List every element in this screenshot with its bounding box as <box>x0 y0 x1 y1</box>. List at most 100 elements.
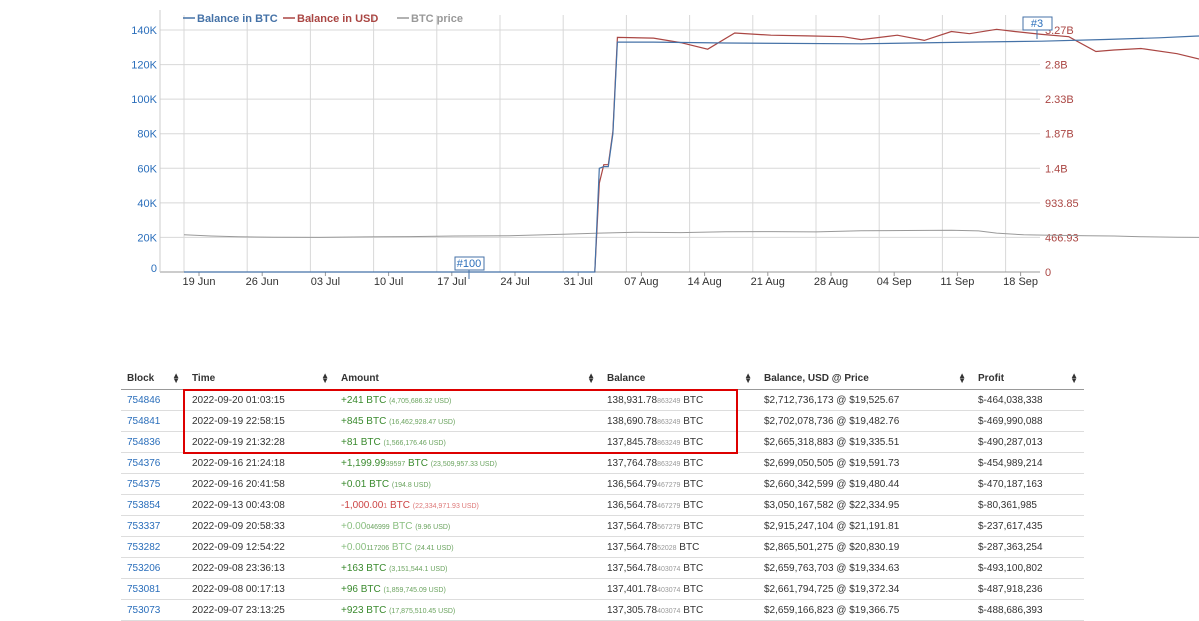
block-link[interactable]: 753854 <box>127 500 160 511</box>
sort-icon[interactable]: ▲ ▼ <box>744 372 752 385</box>
balance-cell: 137,764.78863249 BTC <box>601 452 758 474</box>
y-left-tick-label: 100K <box>131 94 157 106</box>
sort-icon[interactable]: ▲ ▼ <box>587 372 595 385</box>
profit-cell: $-237,617,435 <box>972 515 1084 537</box>
time-cell: 2022-09-16 20:41:58 <box>186 473 335 495</box>
table-row: 753337 2022-09-09 20:58:33 +0.00046999 BTC… <box>121 515 1084 537</box>
balance-cell: 136,564.78467279 BTC <box>601 494 758 516</box>
amount-cell: +241 BTC (4,705,686.32 USD) <box>335 389 601 411</box>
amount-cell: +1,199.9939597 BTC (23,509,957.33 USD) <box>335 452 601 474</box>
balance-cell: 138,931.78863249 BTC <box>601 389 758 411</box>
sort-icon[interactable]: ▲ ▼ <box>172 372 180 385</box>
legend-item: Balance in USD <box>297 13 378 25</box>
legend-item: BTC price <box>411 13 463 25</box>
x-tick-label: 03 Jul <box>311 276 340 288</box>
block-link[interactable]: 754376 <box>127 458 160 469</box>
amount-cell: +923 BTC (17,875,510.45 USD) <box>335 599 601 621</box>
balance-cell: 137,305.78403074 BTC <box>601 599 758 621</box>
y-left-tick-label: 140K <box>131 25 157 37</box>
sort-icon[interactable]: ▲ ▼ <box>321 372 329 385</box>
profit-cell: $-469,990,088 <box>972 410 1084 432</box>
amount-cell: +845 BTC (16,462,928.47 USD) <box>335 410 601 432</box>
x-tick-label: 28 Aug <box>814 276 848 288</box>
table-row: 754841 2022-09-19 22:58:15 +845 BTC (16,46… <box>121 410 1084 432</box>
col-block[interactable]: Block ▲ ▼ <box>121 368 186 390</box>
amount-cell: +163 BTC (3,151,544.1 USD) <box>335 557 601 579</box>
balance-usd-cell: $2,699,050,505 @ $19,591.73 <box>758 452 972 474</box>
time-cell: 2022-09-08 00:17:13 <box>186 578 335 600</box>
balance-usd-cell: $2,659,166,823 @ $19,366.75 <box>758 599 972 621</box>
block-link[interactable]: 753282 <box>127 542 160 553</box>
balance-usd-cell: $2,865,501,275 @ $20,830.19 <box>758 536 972 558</box>
balance-usd-cell: $2,665,318,883 @ $19,335.51 <box>758 431 972 453</box>
time-cell: 2022-09-09 12:54:22 <box>186 536 335 558</box>
y-left-tick-label: 60K <box>137 163 157 175</box>
sort-icon[interactable]: ▲ ▼ <box>1070 372 1078 385</box>
y-right-tick-label: 1.4B <box>1045 163 1068 175</box>
block-cell: 754836 <box>121 431 186 453</box>
flag-3-label: #3 <box>1031 18 1043 30</box>
sort-icon[interactable]: ▲ ▼ <box>958 372 966 385</box>
balance-usd-cell: $2,915,247,104 @ $21,191.81 <box>758 515 972 537</box>
block-link[interactable]: 753206 <box>127 563 160 574</box>
balance-usd-cell: $3,050,167,582 @ $22,334.95 <box>758 494 972 516</box>
col-profit[interactable]: Profit ▲ ▼ <box>972 368 1084 390</box>
balance-usd-cell: $2,659,763,703 @ $19,334.63 <box>758 557 972 579</box>
block-link[interactable]: 754846 <box>127 395 160 406</box>
balance-cell: 137,401.78403074 BTC <box>601 578 758 600</box>
balance-usd-cell: $2,660,342,599 @ $19,480.44 <box>758 473 972 495</box>
block-cell: 754841 <box>121 410 186 432</box>
profit-cell: $-80,361,985 <box>972 494 1084 516</box>
amount-cell: +96 BTC (1,859,745.09 USD) <box>335 578 601 600</box>
transactions-table: Block ▲ ▼ Time ▲ ▼ Amount ▲ ▼ Balance ▲ ▼ Balanc… <box>121 368 1084 621</box>
profit-cell: $-490,287,013 <box>972 431 1084 453</box>
table-row: 753073 2022-09-07 23:13:25 +923 BTC (17,87… <box>121 599 1084 621</box>
balance-cell: 136,564.79467279 BTC <box>601 473 758 495</box>
col-balance[interactable]: Balance ▲ ▼ <box>601 368 758 390</box>
table-row: 754836 2022-09-19 21:32:28 +81 BTC (1,566,… <box>121 431 1084 453</box>
y-right-tick-label: 1.87B <box>1045 129 1074 141</box>
time-cell: 2022-09-09 20:58:33 <box>186 515 335 537</box>
balance-usd-cell: $2,712,736,173 @ $19,525.67 <box>758 389 972 411</box>
profit-cell: $-470,187,163 <box>972 473 1084 495</box>
block-link[interactable]: 753081 <box>127 584 160 595</box>
balance-cell: 137,564.7852028 BTC <box>601 536 758 558</box>
col-time[interactable]: Time ▲ ▼ <box>186 368 335 390</box>
y-left-tick-label: 20K <box>137 232 157 244</box>
y-left-tick-label: 0 <box>151 263 157 275</box>
x-tick-label: 18 Sep <box>1003 276 1038 288</box>
time-cell: 2022-09-16 21:24:18 <box>186 452 335 474</box>
block-link[interactable]: 754836 <box>127 437 160 448</box>
y-right-tick-label: 2.8B <box>1045 60 1068 72</box>
y-right-tick-label: 2.33B <box>1045 94 1074 106</box>
block-link[interactable]: 753073 <box>127 605 160 616</box>
x-tick-label: 26 Jun <box>246 276 279 288</box>
table-row: 753081 2022-09-08 00:17:13 +96 BTC (1,859,… <box>121 578 1084 600</box>
block-cell: 753073 <box>121 599 186 621</box>
x-tick-label: 24 Jul <box>500 276 529 288</box>
block-cell: 753854 <box>121 494 186 516</box>
col-amount[interactable]: Amount ▲ ▼ <box>335 368 601 390</box>
block-cell: 754376 <box>121 452 186 474</box>
time-cell: 2022-09-08 23:36:13 <box>186 557 335 579</box>
block-cell: 753337 <box>121 515 186 537</box>
table-row: 753206 2022-09-08 23:36:13 +163 BTC (3,151… <box>121 557 1084 579</box>
x-tick-label: 21 Aug <box>751 276 785 288</box>
x-tick-label: 14 Aug <box>687 276 721 288</box>
block-link[interactable]: 754841 <box>127 416 160 427</box>
balance-chart: 19 Jun 26 Jun 03 Jul 10 Jul 17 Jul 24 Jul 31 J… <box>0 0 1199 300</box>
profit-cell: $-487,918,236 <box>972 578 1084 600</box>
block-link[interactable]: 754375 <box>127 479 160 490</box>
block-cell: 753282 <box>121 536 186 558</box>
y-left-tick-label: 80K <box>137 129 157 141</box>
block-link[interactable]: 753337 <box>127 521 160 532</box>
y-right-tick-label: 933.85 <box>1045 198 1079 210</box>
col-balance-usd[interactable]: Balance, USD @ Price ▲ ▼ <box>758 368 972 390</box>
x-tick-label: 10 Jul <box>374 276 403 288</box>
amount-cell: +0.00046999 BTC (9.96 USD) <box>335 515 601 537</box>
time-cell: 2022-09-20 01:03:15 <box>186 389 335 411</box>
balance-cell: 137,564.78567279 BTC <box>601 515 758 537</box>
chart-svg: 19 Jun 26 Jun 03 Jul 10 Jul 17 Jul 24 Jul 31 J… <box>131 10 1199 288</box>
amount-cell: +0.01 BTC (194.8 USD) <box>335 473 601 495</box>
table-row: 753282 2022-09-09 12:54:22 +0.00117206 BTC… <box>121 536 1084 558</box>
